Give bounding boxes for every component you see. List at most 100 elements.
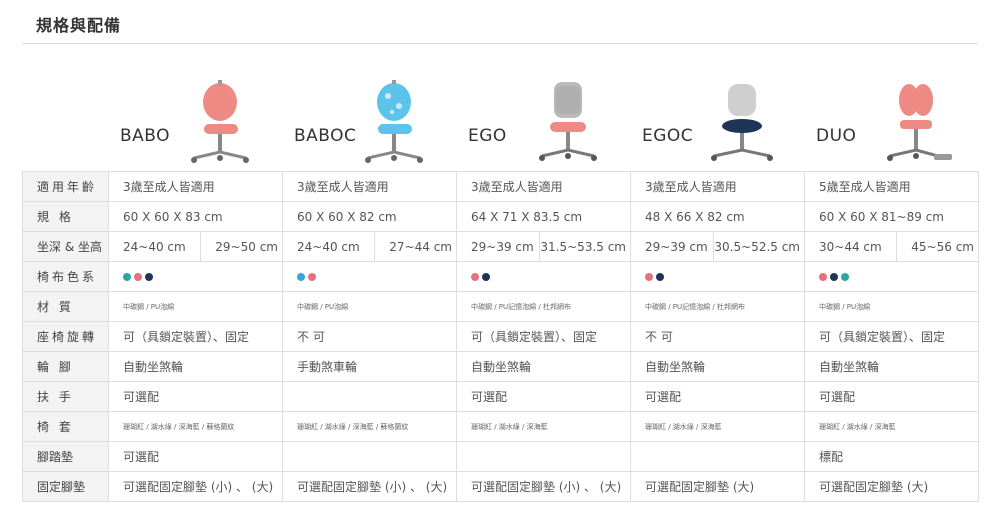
product-duo[interactable]: DUO (806, 72, 980, 168)
table-cell: 自動坐煞輪 (804, 351, 979, 382)
table-cell: 30~44 cm 45~56 cm (804, 231, 979, 262)
color-swatch-dot[interactable] (145, 272, 153, 281)
product-name: EGO (468, 126, 507, 146)
title-divider (22, 43, 978, 44)
chair-baboc-image (365, 80, 423, 163)
table-row-material: 材 質 中碳鋼 / PU泡綿 中碳鋼 / PU泡綿 中碳鋼 / PU記憶泡綿 /… (22, 291, 979, 322)
seat-depth: 30~44 cm (819, 239, 882, 254)
table-cell: 中碳鋼 / PU泡綿 (282, 291, 457, 322)
table-cell: 可選配固定腳墊 (大) (630, 471, 805, 502)
table-cell: 24~40 cm 27~44 cm (282, 231, 457, 262)
product-ego[interactable]: EGO (458, 72, 632, 168)
table-cell: 60 X 60 X 81~89 cm (804, 201, 979, 232)
table-row-footrest: 腳踏墊 可選配 標配 (22, 441, 979, 472)
seat-depth: 29~39 cm (471, 239, 534, 254)
table-cell: 可選配 (630, 381, 805, 412)
table-cell: 可選配固定腳墊 (小) 、 (大) (282, 471, 457, 502)
table-cell: 可選配固定腳墊 (小) 、 (大) (456, 471, 631, 502)
table-cell: 3歲至成人皆適用 (456, 171, 631, 202)
table-cell: 可（具鎖定裝置）、固定 (108, 321, 283, 352)
color-swatch-dot[interactable] (656, 272, 664, 281)
table-cell: 標配 (804, 441, 979, 472)
table-cell: 自動坐煞輪 (456, 351, 631, 382)
row-label: 椅 套 (22, 411, 109, 442)
table-cell: 64 X 71 X 83.5 cm (456, 201, 631, 232)
product-babo[interactable]: BABO (110, 72, 284, 168)
row-label: 椅布色系 (22, 261, 109, 292)
table-cell (456, 441, 631, 472)
table-cell (630, 441, 805, 472)
seat-depth: 24~40 cm (123, 239, 186, 254)
product-egoc[interactable]: EGOC (632, 72, 806, 168)
table-cell: 可選配固定腳墊 (小) 、 (大) (108, 471, 283, 502)
table-cell: 可（具鎖定裝置）、固定 (804, 321, 979, 352)
seat-height: 29~50 cm (200, 232, 282, 261)
row-label: 規 格 (22, 201, 109, 232)
chair-babo-image (191, 80, 249, 163)
chair-egoc-image (711, 84, 773, 161)
color-swatch-dot[interactable] (830, 272, 838, 281)
table-cell: 29~39 cm 31.5~53.5 cm (456, 231, 631, 262)
table-cell: 3歲至成人皆適用 (630, 171, 805, 202)
color-swatches (282, 261, 457, 292)
table-cell: 手動煞車輪 (282, 351, 457, 382)
table-cell (282, 381, 457, 412)
table-cell: 29~39 cm 30.5~52.5 cm (630, 231, 805, 262)
seat-depth: 29~39 cm (645, 239, 708, 254)
table-cell: 珊瑚紅 / 湖水綠 / 深海藍 (804, 411, 979, 442)
table-cell: 中碳鋼 / PU泡綿 (108, 291, 283, 322)
page-title: 規格與配備 (36, 16, 122, 35)
color-swatch-dot[interactable] (123, 272, 131, 281)
table-cell: 不 可 (630, 321, 805, 352)
table-cell: 48 X 66 X 82 cm (630, 201, 805, 232)
table-row-armrest: 扶 手 可選配 可選配 可選配 可選配 (22, 381, 979, 412)
color-swatch-dot[interactable] (134, 272, 142, 281)
color-swatches (108, 261, 283, 292)
row-label: 輪 腳 (22, 351, 109, 382)
table-cell: 3歲至成人皆適用 (108, 171, 283, 202)
product-baboc[interactable]: BABOC (284, 72, 458, 168)
table-cell: 珊瑚紅 / 湖水綠 / 深海藍 / 蘇格蘭紋 (282, 411, 457, 442)
row-label: 坐深 & 坐高 (22, 231, 109, 262)
table-row-age: 適用年齡 3歲至成人皆適用 3歲至成人皆適用 3歲至成人皆適用 3歲至成人皆適用… (22, 171, 979, 202)
table-cell: 可選配 (456, 381, 631, 412)
color-swatch-dot[interactable] (482, 272, 490, 281)
color-swatch-dot[interactable] (297, 272, 305, 281)
row-label: 適用年齡 (22, 171, 109, 202)
table-cell: 可選配 (108, 441, 283, 472)
row-label: 固定腳墊 (22, 471, 109, 502)
product-name: DUO (816, 126, 857, 146)
table-cell: 珊瑚紅 / 湖水綠 / 深海藍 (630, 411, 805, 442)
color-swatches (804, 261, 979, 292)
seat-height: 31.5~53.5 cm (539, 232, 629, 261)
color-swatch-dot[interactable] (471, 272, 479, 281)
chair-duo-image (887, 84, 952, 161)
table-cell: 3歲至成人皆適用 (282, 171, 457, 202)
seat-height: 27~44 cm (374, 232, 456, 261)
table-cell: 可選配 (804, 381, 979, 412)
product-name: BABO (120, 126, 171, 146)
chair-ego-image (539, 82, 597, 161)
color-swatch-dot[interactable] (841, 272, 849, 281)
seat-depth: 24~40 cm (297, 239, 360, 254)
table-cell: 珊瑚紅 / 湖水綠 / 深海藍 (456, 411, 631, 442)
table-cell: 可（具鎖定裝置）、固定 (456, 321, 631, 352)
color-swatch-dot[interactable] (645, 272, 653, 281)
table-cell: 中碳鋼 / PU記憶泡綿 / 杜邦網布 (630, 291, 805, 322)
table-cell: 珊瑚紅 / 湖水綠 / 深海藍 / 蘇格蘭紋 (108, 411, 283, 442)
color-swatch-dot[interactable] (819, 272, 827, 281)
spec-table: 適用年齡 3歲至成人皆適用 3歲至成人皆適用 3歲至成人皆適用 3歲至成人皆適用… (22, 171, 979, 502)
row-label: 腳踏墊 (22, 441, 109, 472)
table-cell: 中碳鋼 / PU記憶泡綿 / 杜邦網布 (456, 291, 631, 322)
product-name: BABOC (294, 126, 357, 146)
table-cell: 24~40 cm 29~50 cm (108, 231, 283, 262)
table-cell (282, 441, 457, 472)
table-row-cover: 椅 套 珊瑚紅 / 湖水綠 / 深海藍 / 蘇格蘭紋 珊瑚紅 / 湖水綠 / 深… (22, 411, 979, 442)
table-cell: 中碳鋼 / PU泡綿 (804, 291, 979, 322)
table-cell: 60 X 60 X 83 cm (108, 201, 283, 232)
table-cell: 可選配 (108, 381, 283, 412)
table-cell: 自動坐煞輪 (630, 351, 805, 382)
table-cell: 60 X 60 X 82 cm (282, 201, 457, 232)
color-swatch-dot[interactable] (308, 272, 316, 281)
table-cell: 可選配固定腳墊 (大) (804, 471, 979, 502)
